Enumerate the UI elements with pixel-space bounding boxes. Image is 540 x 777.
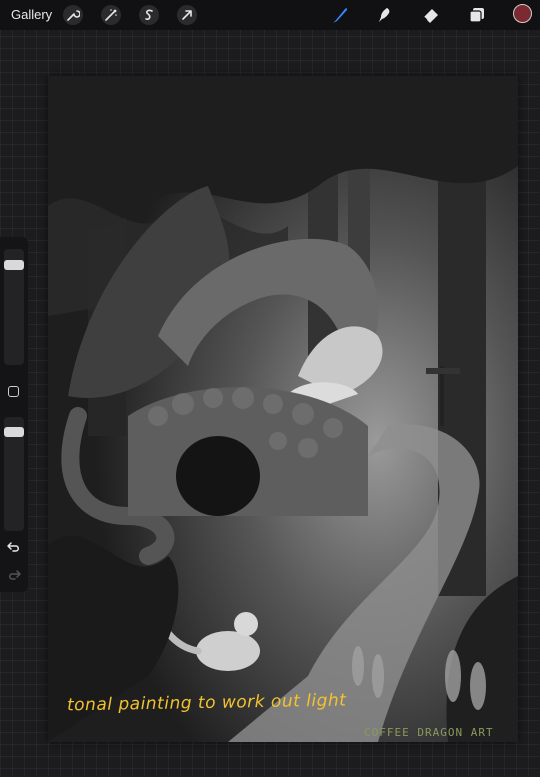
- modify-square-icon[interactable]: [8, 386, 19, 397]
- smudge-icon[interactable]: [374, 5, 394, 25]
- drawing-canvas[interactable]: [48, 76, 518, 742]
- opacity-slider[interactable]: [4, 417, 24, 531]
- gallery-button[interactable]: Gallery: [11, 7, 52, 22]
- top-toolbar: Gallery: [0, 0, 540, 30]
- layers-icon[interactable]: [467, 5, 487, 25]
- color-swatch-button[interactable]: [513, 4, 532, 23]
- undo-icon[interactable]: [6, 540, 22, 554]
- actions-wrench-icon[interactable]: [63, 5, 83, 25]
- selection-s-icon[interactable]: [139, 5, 159, 25]
- brush-icon[interactable]: [330, 5, 350, 25]
- transform-arrow-icon[interactable]: [177, 5, 197, 25]
- adjustments-wand-icon[interactable]: [101, 5, 121, 25]
- brush-size-slider[interactable]: [4, 249, 24, 365]
- eraser-icon[interactable]: [421, 5, 441, 25]
- artwork-illustration: [48, 76, 518, 742]
- left-sidebar: [0, 237, 28, 592]
- opacity-slider-handle[interactable]: [4, 427, 24, 437]
- brush-size-slider-handle[interactable]: [4, 260, 24, 270]
- redo-icon[interactable]: [6, 568, 22, 582]
- artist-signature: COFFEE DRAGON ART: [364, 726, 494, 739]
